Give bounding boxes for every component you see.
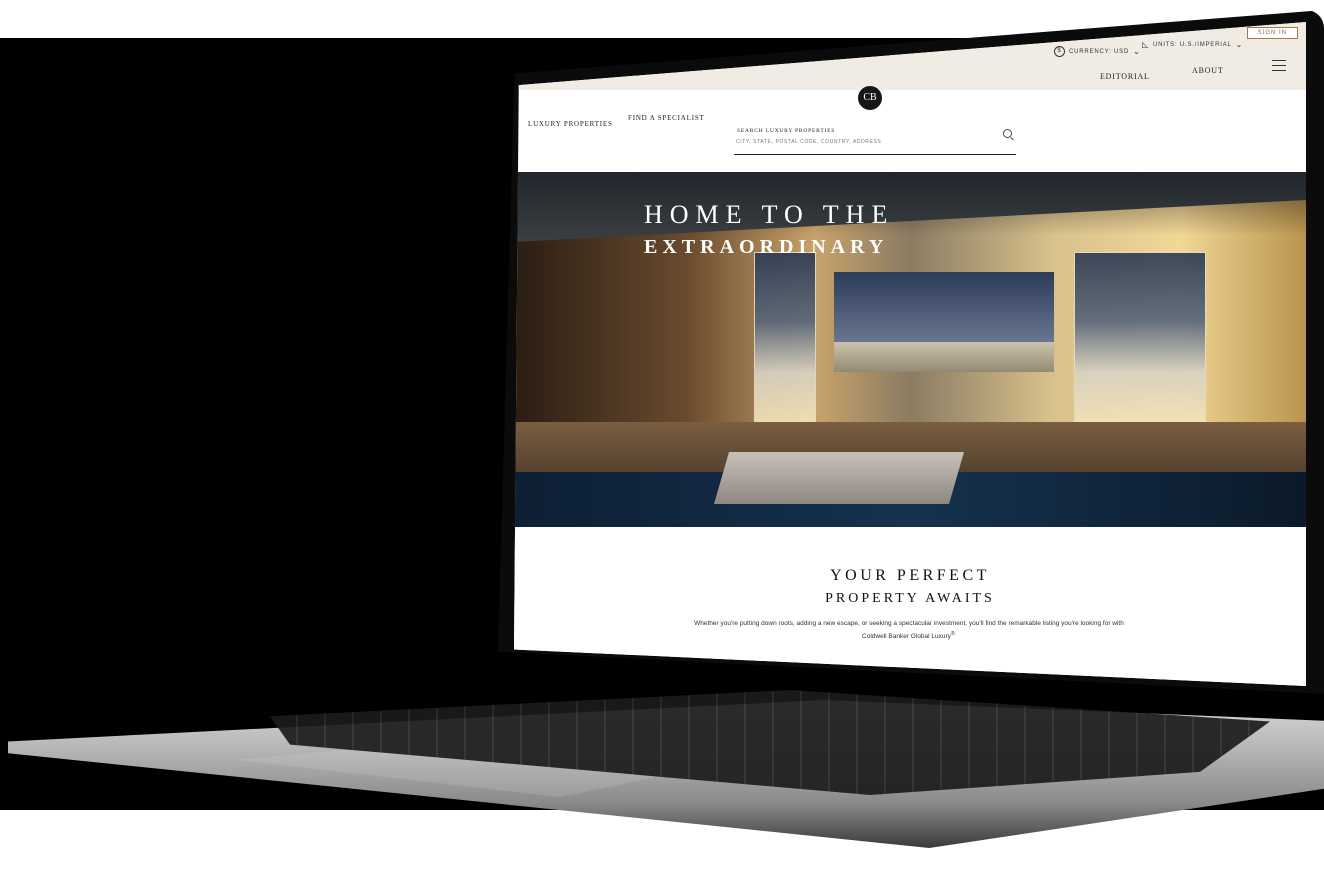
search-icon[interactable] — [1003, 129, 1012, 138]
sign-in-button[interactable]: SIGN IN — [1246, 27, 1298, 39]
hero-sky — [834, 272, 1054, 342]
hero-banner: HOME TO THE EXTRAORDINARY — [514, 172, 1306, 527]
search-box: SEARCH LUXURY PROPERTIES — [734, 124, 1016, 155]
nav-find-specialist[interactable]: FIND A SPECIALIST — [628, 114, 705, 122]
currency-label: CURRENCY: USD — [1069, 48, 1130, 55]
units-label: UNITS: U.S./IMPERIAL — [1152, 41, 1232, 48]
hero-landscape — [834, 342, 1054, 372]
section-title-line1: YOUR PERFECT — [830, 567, 990, 584]
ruler-icon: ◺ — [1142, 40, 1149, 49]
currency-selector[interactable]: $ CURRENCY: USD ⌄ — [1054, 46, 1141, 57]
intro-paragraph: Whether you're putting down roots, addin… — [684, 619, 1134, 642]
search-input[interactable] — [736, 137, 986, 147]
hero-window — [1074, 252, 1206, 424]
laptop-screen: $ CURRENCY: USD ⌄ ◺ UNITS: U.S./IMPERIAL… — [514, 22, 1306, 686]
currency-icon: $ — [1054, 46, 1065, 57]
hero-heading-line1: HOME TO THE — [644, 200, 895, 229]
chevron-down-icon: ⌄ — [1133, 46, 1141, 56]
nav-luxury-properties[interactable]: LUXURY PROPERTIES — [528, 120, 613, 128]
units-selector[interactable]: ◺ UNITS: U.S./IMPERIAL ⌄ — [1142, 40, 1243, 49]
registered-mark: ®. — [950, 631, 956, 637]
search-label: SEARCH LUXURY PROPERTIES — [737, 128, 836, 134]
section-title-line2: PROPERTY AWAITS — [825, 591, 995, 606]
hamburger-icon[interactable] — [1272, 60, 1286, 71]
hero-heading-line2: EXTRAORDINARY — [644, 236, 889, 258]
brand-logo[interactable]: CB — [858, 86, 882, 110]
nav-editorial[interactable]: EDITORIAL — [1100, 72, 1150, 81]
hero-roof — [514, 172, 1306, 242]
nav-about[interactable]: ABOUT — [1192, 66, 1224, 75]
hero-slab — [714, 452, 964, 504]
chevron-down-icon: ⌄ — [1235, 39, 1244, 49]
hero-window — [754, 252, 816, 424]
intro-paragraph-text: Whether you're putting down roots, addin… — [694, 620, 1124, 641]
